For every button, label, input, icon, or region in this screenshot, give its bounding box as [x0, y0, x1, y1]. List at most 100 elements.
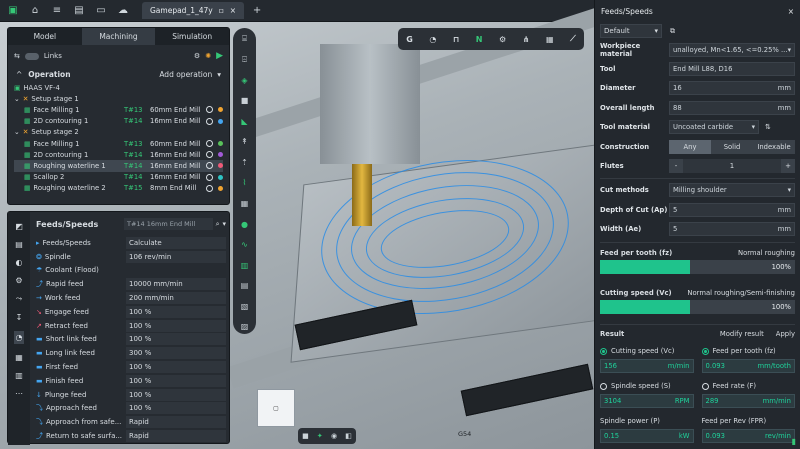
shade-mode-icon[interactable]: ◉: [331, 432, 337, 440]
cut-methods-select[interactable]: Milling shoulder ▾: [669, 183, 795, 198]
chevron-down-icon[interactable]: ▾: [217, 70, 221, 79]
flutes-decrement[interactable]: -: [669, 159, 683, 174]
chart-icon[interactable]: ⟋: [570, 34, 576, 44]
feeds-row[interactable]: ↗ Retract feed 100 %: [36, 319, 226, 333]
feeds-row[interactable]: ❂ Spindle 106 rev/min: [36, 250, 226, 264]
document-tab[interactable]: Gamepad_1_47y ▫ ×: [142, 2, 245, 19]
row-value[interactable]: 100 %: [126, 305, 226, 318]
tree-item-operation[interactable]: ▦ Scallop 2 T#14 16mm End Mill: [14, 172, 223, 183]
tree-item-setup[interactable]: ⌄ ✕ Setup stage 1: [14, 93, 223, 104]
ruler-icon[interactable]: ▥: [15, 371, 23, 380]
close-icon[interactable]: ×: [788, 7, 794, 16]
tab-machining[interactable]: Machining: [81, 28, 156, 45]
result-field[interactable]: 0.093 mm/tooth: [701, 358, 795, 373]
row-value[interactable]: Rapid: [126, 430, 226, 443]
radio-cutting-speed[interactable]: [600, 347, 607, 355]
grid-icon[interactable]: ▦: [237, 196, 252, 211]
g-code-icon[interactable]: G: [406, 35, 413, 44]
flutes-value[interactable]: 1: [683, 159, 781, 174]
stack-icon[interactable]: ▤: [15, 240, 23, 249]
gear-icon[interactable]: ⚙: [15, 276, 22, 285]
visibility-radio[interactable]: [206, 184, 213, 192]
row-value[interactable]: 100 %: [126, 402, 226, 415]
tree-icon[interactable]: ⋔: [523, 35, 530, 44]
box-mode-icon[interactable]: ◧: [345, 432, 352, 440]
settings-icon[interactable]: ⚙: [194, 52, 200, 60]
radio-feed-rate[interactable]: [701, 382, 709, 390]
play-icon[interactable]: ▶: [216, 51, 223, 61]
tab-simulation[interactable]: Simulation: [155, 28, 229, 45]
tab-model[interactable]: Model: [8, 28, 82, 45]
menu-icon[interactable]: ≡: [48, 2, 66, 20]
curve-icon[interactable]: ∿: [237, 237, 252, 252]
open-folder-icon[interactable]: ▭: [92, 2, 110, 20]
add-operation-button[interactable]: Add operation: [159, 70, 212, 79]
row-value[interactable]: 100 %: [126, 374, 226, 387]
more-icon[interactable]: ⋯: [15, 389, 23, 398]
feeds-row[interactable]: ⤴ Return to safe surfa... Rapid: [36, 429, 226, 443]
result-field[interactable]: 156 m/min: [600, 358, 694, 373]
chevron-down-icon[interactable]: ▾: [222, 220, 226, 228]
view-cube[interactable]: ▢: [257, 389, 295, 427]
feeds-row[interactable]: ▬ Finish feed 100 %: [36, 374, 226, 388]
row-value[interactable]: 300 %: [126, 347, 226, 360]
row-value[interactable]: [126, 264, 226, 276]
nc-icon[interactable]: N: [476, 35, 483, 44]
radio-spindle-speed[interactable]: [600, 382, 607, 390]
result-field[interactable]: 3104 RPM: [600, 393, 694, 408]
row-value[interactable]: 100 %: [126, 361, 226, 374]
visibility-radio[interactable]: [206, 173, 213, 181]
workpiece-select[interactable]: unalloyed, Mn<1.65, <=0.25% ... ▾: [669, 42, 795, 57]
row-value[interactable]: 100 %: [126, 319, 226, 332]
view-front-icon[interactable]: ⌹: [237, 53, 252, 68]
feeds-row[interactable]: ⤵ Approach feed 100 %: [36, 402, 226, 416]
radio-feed-per-tooth[interactable]: [701, 347, 709, 355]
row-value[interactable]: 100 %: [126, 388, 226, 401]
home-icon[interactable]: ⌂: [26, 2, 44, 20]
feeds-icon[interactable]: ◔: [13, 331, 25, 344]
sheet-icon[interactable]: ▦: [546, 35, 554, 44]
feeds-row[interactable]: ⤵ Approach from safe... Rapid: [36, 415, 226, 429]
new-file-icon[interactable]: ▤: [70, 2, 88, 20]
strategy-icon[interactable]: ▦: [15, 353, 23, 362]
tools-icon[interactable]: ⚙: [499, 35, 506, 44]
toolpath-icon[interactable]: ⌇: [237, 176, 252, 191]
row-value[interactable]: Rapid: [126, 416, 226, 429]
cloud-icon[interactable]: ☁: [114, 2, 132, 20]
link-path-icon[interactable]: ⤳: [16, 294, 22, 304]
tree-item-operation[interactable]: ▦ 2D contouring 1 T#14 16mm End Mill: [14, 116, 223, 127]
vise-icon[interactable]: ⊓: [453, 35, 459, 44]
feeds-row[interactable]: ↓ Plunge feed 100 %: [36, 388, 226, 402]
fz-slider[interactable]: 100%: [600, 259, 795, 274]
preset-select[interactable]: Default ▾: [600, 24, 662, 38]
result-field[interactable]: 0.15 kW: [600, 428, 694, 443]
links-toggle[interactable]: [24, 52, 39, 60]
feeds-row[interactable]: ↘ Engage feed 100 %: [36, 305, 226, 319]
row-value[interactable]: 10000 mm/min: [126, 278, 226, 291]
measure-icon[interactable]: ▧: [237, 299, 252, 314]
view-iso-icon[interactable]: ◈: [237, 73, 252, 88]
cube-icon[interactable]: ◩: [15, 222, 23, 231]
collapse-icon[interactable]: ^: [16, 70, 22, 79]
tree-item-setup[interactable]: ⌄ ✕ Setup stage 2: [14, 127, 223, 138]
feeds-row[interactable]: → Work feed 200 mm/min: [36, 291, 226, 305]
external-link-icon[interactable]: ⧉: [670, 27, 675, 36]
construction-any[interactable]: Any: [669, 139, 711, 154]
modify-result-button[interactable]: Modify result: [720, 330, 764, 338]
view-top-icon[interactable]: ⌸: [237, 32, 252, 47]
apply-button[interactable]: Apply: [776, 330, 795, 338]
stock-icon[interactable]: ■: [237, 94, 252, 109]
add-tab-icon[interactable]: +: [248, 2, 266, 20]
visibility-radio[interactable]: [206, 140, 213, 148]
clip-icon[interactable]: ▨: [237, 319, 252, 334]
tree-item-operation-selected[interactable]: ▦ Roughing waterline 1 T#14 16mm End Mil…: [14, 160, 223, 172]
flutes-increment[interactable]: +: [781, 159, 795, 174]
axis-mode-icon[interactable]: ✦: [317, 432, 323, 440]
visibility-radio[interactable]: [206, 162, 213, 170]
layers-icon[interactable]: ▥: [237, 258, 252, 273]
tree-item-operation[interactable]: ▦ Face Milling 1 T#13 60mm End Mill: [14, 104, 223, 115]
feeds-row[interactable]: ☂ Coolant (Flood): [36, 264, 226, 278]
section-icon[interactable]: ▤: [237, 278, 252, 293]
tool-material-select[interactable]: Uncoated carbide ▾: [669, 120, 759, 135]
simulate-icon[interactable]: ◔: [429, 35, 436, 44]
